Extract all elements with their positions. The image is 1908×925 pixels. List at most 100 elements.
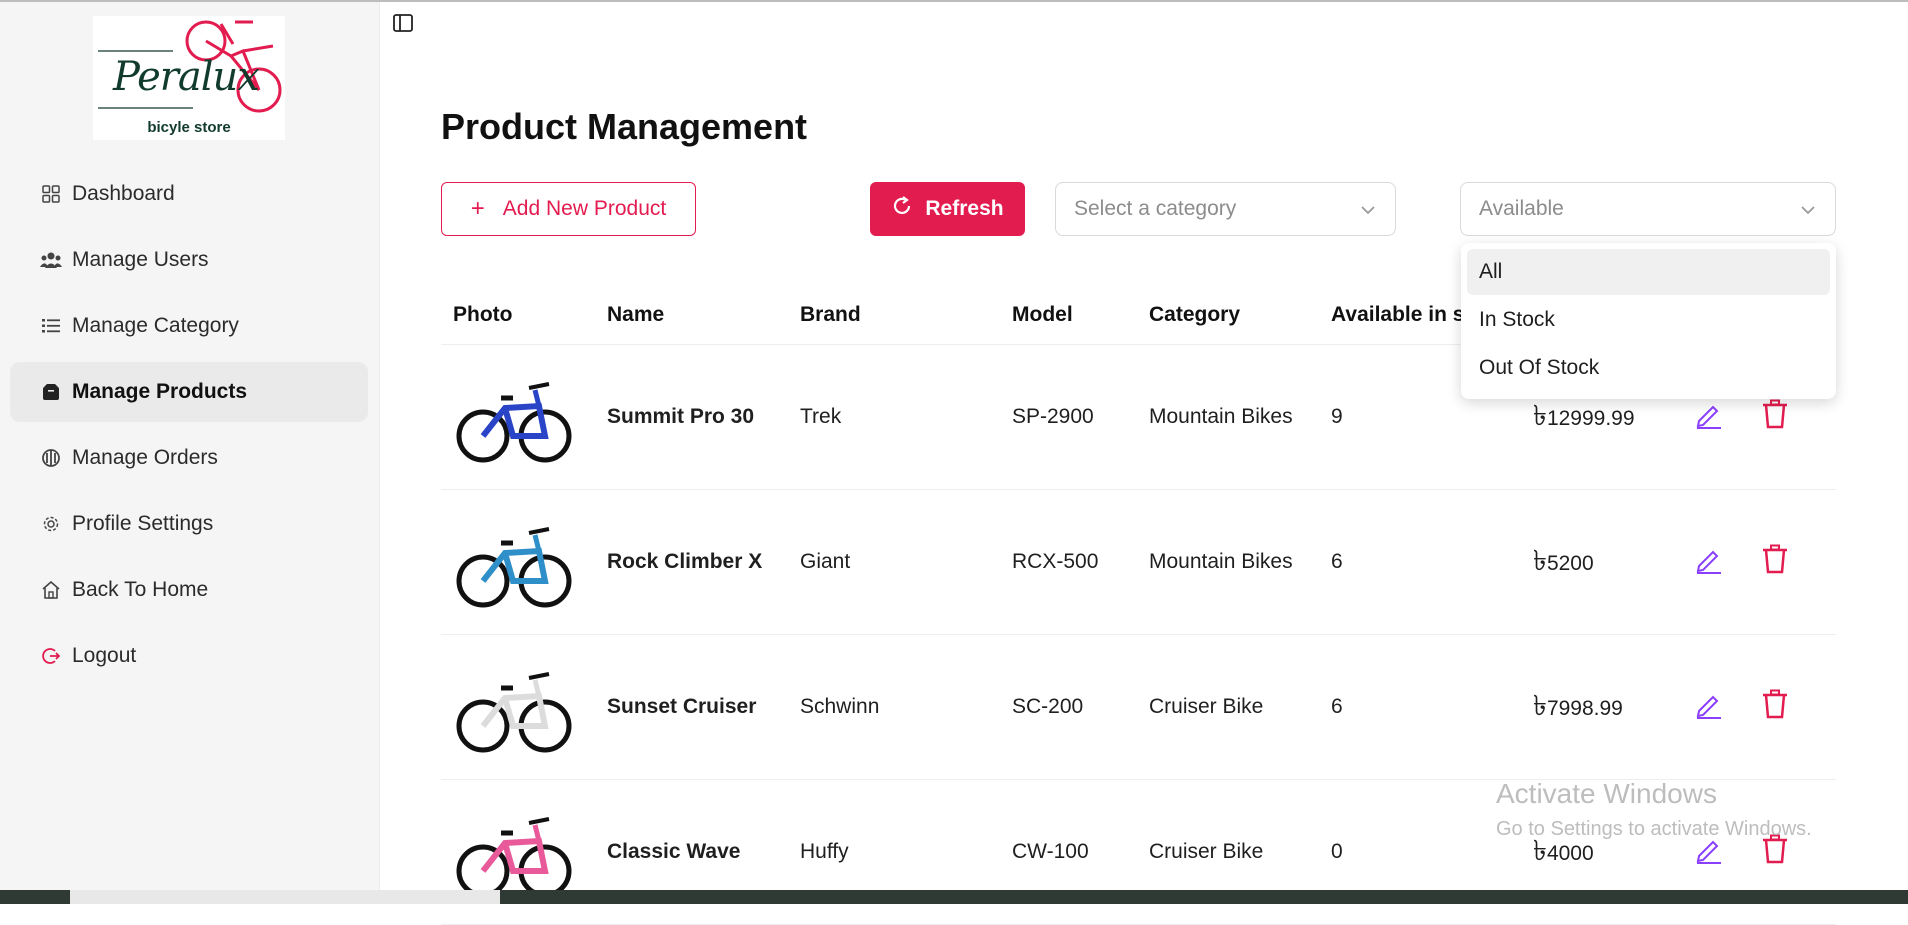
plus-icon: + xyxy=(470,195,485,222)
sidebar-item-dashboard[interactable]: Dashboard xyxy=(10,164,368,224)
sidebar-item-logout[interactable]: Logout xyxy=(10,626,368,686)
product-name: Rock Climber X xyxy=(607,550,763,573)
dashboard-icon xyxy=(40,183,62,205)
bicycle-photo-icon xyxy=(456,527,572,608)
activate-windows-subtitle: Go to Settings to activate Windows. xyxy=(1496,818,1812,840)
product-brand: Giant xyxy=(800,550,851,573)
add-new-product-button[interactable]: + Add New Product xyxy=(441,182,696,236)
sidebar-item-label: Dashboard xyxy=(72,182,175,205)
sidebar-item-profile-settings[interactable]: Profile Settings xyxy=(10,494,368,554)
product-stock: 6 xyxy=(1331,550,1343,573)
sidebar-item-label: Manage Orders xyxy=(72,446,218,469)
header-photo[interactable]: Photo xyxy=(441,303,607,327)
taka-symbol: ৳ xyxy=(1533,544,1547,576)
sidebar-item-manage-products[interactable]: Manage Products xyxy=(10,362,368,422)
header-category[interactable]: Category xyxy=(1149,303,1331,327)
header-name[interactable]: Name xyxy=(607,303,800,327)
delete-icon[interactable] xyxy=(1761,544,1789,580)
product-price: ৳12999.99 xyxy=(1533,394,1693,441)
product-category: Mountain Bikes xyxy=(1149,405,1293,428)
refresh-label: Refresh xyxy=(925,197,1004,220)
product-photo[interactable] xyxy=(453,356,575,478)
product-name: Sunset Cruiser xyxy=(607,695,757,718)
sidebar-item-manage-category[interactable]: Manage Category xyxy=(10,296,368,356)
sidebar-item-label: Profile Settings xyxy=(72,512,214,535)
product-model: CW-100 xyxy=(1012,840,1089,863)
home-icon xyxy=(40,579,62,601)
product-stock: 6 xyxy=(1331,695,1343,718)
sidebar-item-label: Manage Products xyxy=(72,380,248,403)
product-brand: Huffy xyxy=(800,840,849,863)
refresh-button[interactable]: Refresh xyxy=(870,182,1025,236)
product-category: Mountain Bikes xyxy=(1149,550,1293,573)
edit-icon[interactable] xyxy=(1693,544,1723,580)
sidebar-toggle-icon[interactable] xyxy=(392,12,414,34)
taka-symbol: ৳ xyxy=(1533,399,1547,431)
sidebar: Peralux bicyle store Dashboard Manage Us… xyxy=(0,2,380,890)
sidebar-item-manage-orders[interactable]: Manage Orders xyxy=(10,428,368,488)
product-stock: 0 xyxy=(1331,840,1343,863)
sidebar-nav: Dashboard Manage Users Manage Category M… xyxy=(10,164,368,692)
bicycle-photo-icon xyxy=(456,382,572,463)
os-taskbar xyxy=(0,890,1908,904)
availability-select[interactable]: Available xyxy=(1460,182,1836,236)
availability-select-value: Available xyxy=(1479,197,1564,220)
gear-icon xyxy=(40,513,62,535)
product-name: Classic Wave xyxy=(607,840,741,863)
store-logo[interactable]: Peralux bicyle store xyxy=(93,16,285,140)
price-value: 5200 xyxy=(1546,551,1594,575)
row-actions xyxy=(1693,399,1789,435)
product-brand: Trek xyxy=(800,405,842,428)
product-category: Cruiser Bike xyxy=(1149,695,1264,718)
header-brand[interactable]: Brand xyxy=(800,303,1012,327)
users-icon xyxy=(40,249,62,271)
sidebar-item-label: Manage Category xyxy=(72,314,239,337)
category-select[interactable]: Select a category xyxy=(1055,182,1396,236)
taskbar-search-box[interactable] xyxy=(70,890,500,904)
product-price: ৳5200 xyxy=(1533,539,1693,586)
product-model: RCX-500 xyxy=(1012,550,1099,573)
product-photo[interactable] xyxy=(453,501,575,623)
price-value: 7998.99 xyxy=(1546,696,1623,720)
price-value: 4000 xyxy=(1546,841,1594,865)
availability-option-all[interactable]: All xyxy=(1467,249,1830,295)
product-price: ৳7998.99 xyxy=(1533,684,1693,731)
bicycle-photo-icon xyxy=(456,672,572,753)
sidebar-item-label: Manage Users xyxy=(72,248,209,271)
product-box-icon xyxy=(40,381,62,403)
chevron-down-icon xyxy=(1799,201,1817,219)
add-new-product-label: Add New Product xyxy=(502,197,667,220)
product-photo[interactable] xyxy=(453,646,575,768)
sidebar-item-label: Logout xyxy=(72,644,137,667)
product-brand: Schwinn xyxy=(800,695,880,718)
table-row: Rock Climber X Giant RCX-500 Mountain Bi… xyxy=(441,490,1836,635)
availability-option-out-of-stock[interactable]: Out Of Stock xyxy=(1467,345,1830,391)
row-actions xyxy=(1693,689,1789,725)
refresh-icon xyxy=(891,195,913,223)
product-name: Summit Pro 30 xyxy=(607,405,755,428)
product-model: SP-2900 xyxy=(1012,405,1094,428)
delete-icon[interactable] xyxy=(1761,399,1789,435)
sidebar-item-label: Back To Home xyxy=(72,578,209,601)
product-model: SC-200 xyxy=(1012,695,1084,718)
price-value: 12999.99 xyxy=(1546,406,1635,430)
page-title: Product Management xyxy=(441,106,808,147)
sidebar-item-back-to-home[interactable]: Back To Home xyxy=(10,560,368,620)
header-model[interactable]: Model xyxy=(1012,303,1149,327)
product-category: Cruiser Bike xyxy=(1149,840,1264,863)
orders-icon xyxy=(40,447,62,469)
availability-dropdown-menu: All In Stock Out Of Stock xyxy=(1461,243,1836,399)
chevron-down-icon xyxy=(1359,201,1377,219)
taka-symbol: ৳ xyxy=(1533,689,1547,721)
availability-option-in-stock[interactable]: In Stock xyxy=(1467,297,1830,343)
sidebar-item-manage-users[interactable]: Manage Users xyxy=(10,230,368,290)
delete-icon[interactable] xyxy=(1761,689,1789,725)
product-stock: 9 xyxy=(1331,405,1343,428)
edit-icon[interactable] xyxy=(1693,689,1723,725)
row-actions xyxy=(1693,544,1789,580)
table-row: Sunset Cruiser Schwinn SC-200 Cruiser Bi… xyxy=(441,635,1836,780)
edit-icon[interactable] xyxy=(1693,399,1723,435)
logo-title: Peralux xyxy=(113,54,260,100)
activate-windows-title: Activate Windows xyxy=(1496,778,1717,809)
category-select-placeholder: Select a category xyxy=(1074,197,1237,220)
